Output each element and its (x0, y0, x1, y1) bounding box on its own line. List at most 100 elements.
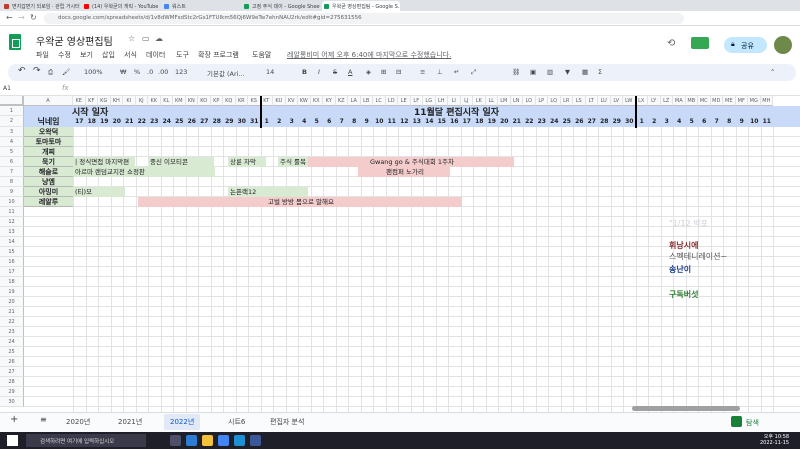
browser-tab[interactable]: 우왁굳 영상편집팀 - Google S... (322, 1, 400, 11)
font-select[interactable]: 기본값 (Ari... (207, 68, 245, 78)
functions-icon[interactable]: Σ (598, 68, 602, 76)
column-header[interactable]: KY (323, 96, 336, 106)
column-header[interactable]: KM (173, 96, 186, 106)
sheet-tab[interactable]: 시트6 (222, 414, 251, 430)
row-header[interactable]: 9 (0, 187, 24, 197)
italic-button[interactable]: I (318, 68, 320, 76)
column-header[interactable]: KN (185, 96, 198, 106)
windows-start-icon[interactable] (7, 435, 18, 446)
column-header[interactable]: LV (610, 96, 623, 106)
row-header[interactable]: 16 (0, 257, 24, 267)
column-header[interactable]: LU (598, 96, 611, 106)
filter-icon[interactable]: ▼ (565, 68, 570, 76)
filter-views-icon[interactable]: ▦ (582, 68, 588, 76)
row-header[interactable]: 1 (0, 106, 24, 116)
column-header[interactable]: LT (585, 96, 598, 106)
bold-button[interactable]: B (302, 68, 307, 76)
nickname-cell[interactable]: 묵기 (24, 157, 73, 167)
undo-icon[interactable]: ↶ (18, 66, 26, 76)
collapse-toolbar-icon[interactable]: ⌃ (770, 68, 775, 76)
vertical-align-icon[interactable]: ⊥ (437, 68, 443, 76)
row-header[interactable]: 13 (0, 227, 24, 237)
column-header[interactable]: KH (110, 96, 123, 106)
column-header[interactable]: KO (198, 96, 211, 106)
row-header[interactable]: 17 (0, 267, 24, 277)
menu-item[interactable]: 삽입 (102, 50, 115, 60)
row-header[interactable]: 29 (0, 387, 24, 397)
column-header[interactable]: MC (698, 96, 711, 106)
forward-icon[interactable]: → (18, 13, 25, 22)
menu-item[interactable]: 도구 (176, 50, 189, 60)
share-button[interactable]: 🔒︎ 공유 (724, 37, 767, 53)
fill-color-icon[interactable]: ◈ (366, 68, 371, 76)
nickname-cell[interactable]: 레알루 (24, 197, 73, 207)
nickname-cell[interactable]: 토마토마 (24, 137, 73, 147)
star-icon[interactable]: ☆ (128, 34, 135, 43)
column-header[interactable]: KU (273, 96, 286, 106)
column-header[interactable]: MA (673, 96, 686, 106)
explorer-icon[interactable] (202, 435, 213, 446)
nickname-cell[interactable]: 오왁덕 (24, 127, 73, 137)
row-header[interactable]: 12 (0, 217, 24, 227)
row-header[interactable]: 20 (0, 297, 24, 307)
move-folder-icon[interactable]: ▭ (142, 34, 150, 43)
row-header[interactable]: 7 (0, 167, 24, 177)
schedule-bar[interactable]: 주식 룰복 (278, 157, 308, 167)
history-icon[interactable]: ⟲ (667, 38, 675, 49)
column-header[interactable]: KQ (223, 96, 236, 106)
column-header[interactable]: LR (560, 96, 573, 106)
sheet-tab[interactable]: 편집자 분석 (264, 414, 310, 430)
column-header[interactable]: KL (160, 96, 173, 106)
column-header[interactable]: LO (523, 96, 536, 106)
column-header[interactable]: LD (385, 96, 398, 106)
row-header[interactable]: 2 (0, 116, 24, 127)
schedule-bar[interactable]: (티)모 (73, 187, 125, 197)
borders-icon[interactable]: ⊞ (381, 68, 386, 76)
paint-format-icon[interactable]: 🖌︎ (62, 68, 70, 76)
column-header[interactable]: KV (285, 96, 298, 106)
browser-tab[interactable]: 고정 주식 데이 - Google Sheets (242, 1, 320, 11)
column-header[interactable]: KK (148, 96, 161, 106)
avatar[interactable] (774, 36, 792, 54)
browser-tab[interactable]: 워스트 (162, 1, 240, 11)
column-header[interactable]: KP (210, 96, 223, 106)
merge-cells-icon[interactable]: ⊟ (396, 68, 401, 76)
row-header[interactable]: 3 (0, 127, 24, 137)
browser-tab[interactable]: 면지갑면기 되로임 · 관립 거시터 (2, 1, 80, 11)
column-header[interactable]: LS (573, 96, 586, 106)
column-header[interactable]: LY (648, 96, 661, 106)
chrome-icon[interactable] (218, 435, 229, 446)
column-header[interactable]: LC (373, 96, 386, 106)
currency-button[interactable]: ₩ (120, 68, 126, 76)
schedule-bar[interactable]: 중신 이모티콘 (148, 157, 214, 167)
schedule-bar[interactable]: | 정식면접 마지막편 (73, 157, 135, 167)
schedule-bar[interactable]: 상륜 자막 (228, 157, 266, 167)
insert-chart-icon[interactable]: ▥ (547, 68, 553, 76)
insert-link-icon[interactable]: ⛓ (512, 68, 520, 76)
schedule-bar[interactable]: 팬컴퍼 노가리 (358, 167, 450, 177)
redo-icon[interactable]: ↷ (33, 66, 41, 76)
row-header[interactable]: 18 (0, 277, 24, 287)
url-field[interactable]: docs.google.com/spreadsheets/d/1v8dWMFsd… (44, 13, 684, 24)
column-header[interactable]: KW (298, 96, 311, 106)
explore-button[interactable]: 탐색 (728, 414, 788, 430)
row-header[interactable]: 30 (0, 397, 24, 407)
schedule-bar[interactable]: Gwang go & 주식대회 1주차 (308, 157, 514, 167)
text-rotate-icon[interactable]: ⤢ (471, 68, 476, 77)
column-header[interactable]: LX (635, 96, 648, 106)
sheet-tab[interactable]: 2022년 (164, 414, 201, 430)
column-header[interactable]: LE (398, 96, 411, 106)
column-header[interactable]: KI (123, 96, 136, 106)
taskview-icon[interactable] (170, 435, 181, 446)
vscode-icon[interactable] (234, 435, 245, 446)
menu-item[interactable]: 확장 프로그램 (198, 50, 239, 60)
horizontal-scrollbar[interactable] (632, 406, 740, 411)
decrease-decimal-button[interactable]: .0 (147, 68, 153, 76)
edge-icon[interactable] (186, 435, 197, 446)
column-header[interactable]: KT (260, 96, 273, 106)
schedule-bar[interactable]: 아르마 랜덤교지전 쇼정판 (73, 167, 215, 177)
percent-button[interactable]: % (134, 68, 140, 76)
text-color-button[interactable]: A (348, 68, 352, 76)
back-icon[interactable]: ← (6, 13, 13, 22)
row-header[interactable]: 19 (0, 287, 24, 297)
